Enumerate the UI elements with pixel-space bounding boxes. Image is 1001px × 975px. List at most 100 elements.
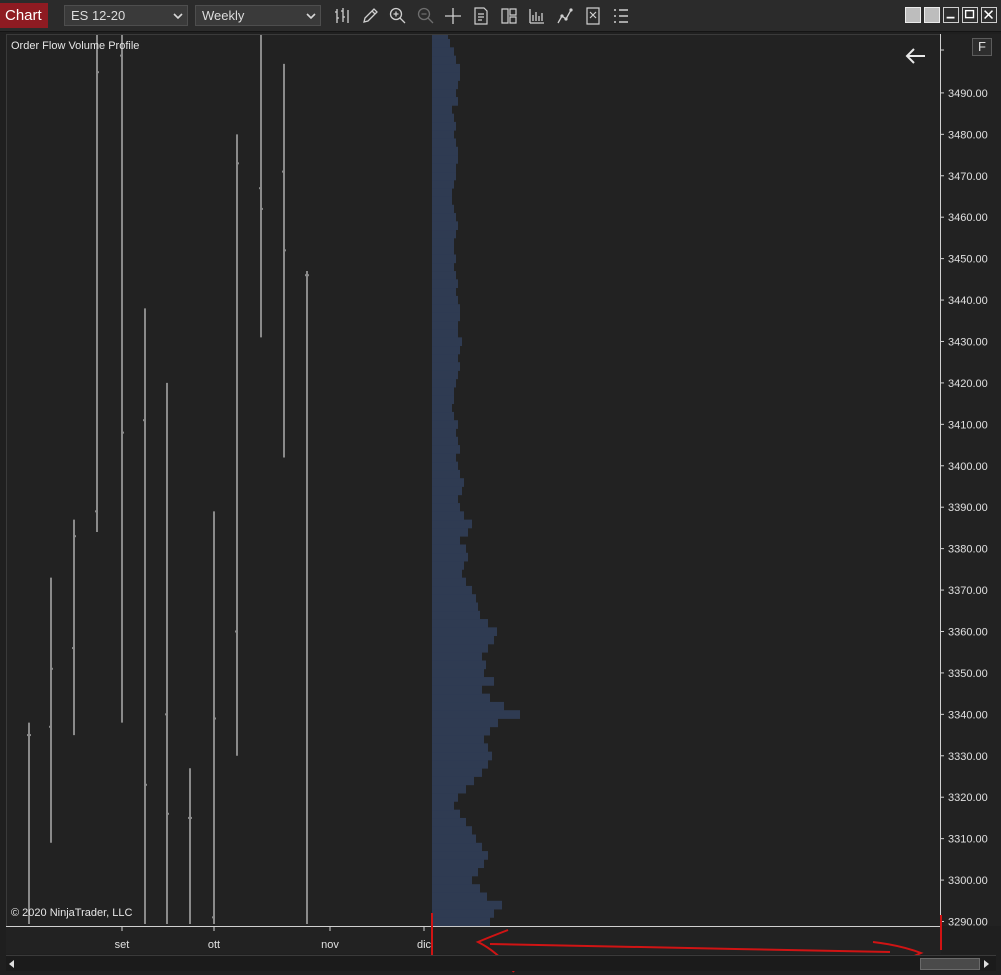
volume-profile-row [432, 643, 488, 653]
price-tick-label: 3330.00 [948, 751, 988, 763]
ohlc-bar [305, 271, 309, 924]
price-axis-ticks: 3290.00 3300.00 3310.00 3320.00 3330.00 3340.… [940, 49, 988, 929]
volume-profile-row [432, 544, 466, 554]
volume-profile-row [432, 569, 462, 579]
volume-profile-row [432, 478, 464, 487]
scroll-right-icon[interactable] [980, 958, 992, 970]
volume-profile-row [432, 146, 458, 156]
ohlc-bar [120, 35, 124, 723]
volume-profile-row [432, 619, 488, 628]
volume-profile-row [432, 461, 458, 471]
volume-profile-row [432, 577, 466, 587]
volume-profile-row [432, 237, 454, 247]
volume-profile-row [432, 88, 456, 98]
price-tick-label: 3450.00 [948, 254, 988, 266]
volume-profile-row [432, 635, 494, 645]
time-tick-label: set [115, 939, 130, 951]
chart-canvas: 3290.00 3300.00 3310.00 3320.00 3330.00 3340.… [27, 35, 988, 973]
volume-profile-row [432, 320, 458, 330]
volume-profile-row [432, 213, 456, 222]
volume-profile-row [432, 536, 460, 545]
volume-profile-row [432, 121, 456, 131]
volume-profile-row [432, 254, 456, 264]
volume-profile-row [432, 378, 456, 388]
volume-profile-row [432, 196, 452, 206]
price-tick-label: 3430.00 [948, 336, 988, 348]
volume-profile-row [432, 304, 460, 313]
annotation-arrow-shaft [489, 943, 891, 953]
price-tick-label: 3490.00 [948, 88, 988, 100]
time-tick-label: ott [208, 939, 220, 951]
volume-profile-row [432, 892, 487, 902]
volume-profile-row [432, 80, 458, 90]
volume-profile-row [432, 875, 472, 885]
volume-profile-row [432, 35, 448, 40]
volume-profile-row [432, 511, 464, 521]
ohlc-bar [212, 511, 216, 924]
volume-profile-row [432, 204, 454, 214]
volume-profile-row [432, 561, 464, 570]
volume-profile-row [432, 494, 458, 504]
ohlc-bar [235, 134, 239, 756]
indicator-label: Order Flow Volume Profile [11, 40, 140, 52]
ohlc-bar [95, 35, 99, 533]
f-button[interactable]: F [972, 38, 992, 56]
volume-profile-row [432, 685, 482, 695]
volume-profile-row [432, 759, 488, 769]
volume-profile-row [432, 469, 460, 479]
volume-profile-row [432, 345, 460, 355]
horizontal-scrollbar[interactable] [6, 955, 996, 971]
price-tick-label: 3440.00 [948, 295, 988, 307]
volume-profile-row [432, 710, 520, 719]
volume-profile-row [432, 370, 458, 380]
volume-profile-row [432, 163, 456, 173]
volume-profile-row [432, 503, 460, 512]
volume-profile-row [432, 428, 456, 438]
price-tick-label: 3420.00 [948, 378, 988, 390]
ohlc-bar [188, 768, 192, 924]
time-tick-label: nov [321, 939, 339, 951]
volume-profile-row [432, 527, 468, 537]
volume-profile-row [432, 701, 504, 711]
back-arrow-icon[interactable] [903, 45, 929, 67]
volume-profile-row [432, 867, 478, 877]
volume-profile-row [432, 329, 458, 338]
price-tick-label: 3400.00 [948, 461, 988, 473]
volume-profile-row [432, 155, 458, 164]
volume-profile-row [432, 793, 458, 802]
price-tick-label: 3310.00 [948, 834, 988, 846]
price-tick-label: 3290.00 [948, 917, 988, 929]
volume-profile-row [432, 735, 484, 744]
volume-profile-row [432, 917, 490, 927]
volume-profile-row [432, 751, 492, 761]
volume-profile-row [432, 817, 466, 827]
scroll-thumb[interactable] [920, 958, 980, 970]
volume-profile-row [432, 353, 458, 363]
volume-profile-row [432, 130, 454, 139]
price-tick-label: 3480.00 [948, 129, 988, 141]
price-tick-label: 3370.00 [948, 585, 988, 597]
volume-profile-row [432, 486, 462, 496]
volume-profile-row [432, 362, 460, 371]
volume-profile-row [432, 295, 458, 305]
volume-profile-row [432, 859, 484, 869]
ohlc-bar [282, 63, 286, 458]
volume-profile-row [432, 668, 484, 678]
volume-profile-row [432, 834, 476, 844]
scroll-left-icon[interactable] [6, 958, 18, 970]
volume-profile-row [432, 585, 472, 595]
price-tick-label: 3350.00 [948, 668, 988, 680]
volume-profile-row [432, 677, 494, 686]
volume-profile-row [432, 55, 456, 65]
price-tick-label: 3390.00 [948, 502, 988, 514]
volume-profile-row [432, 420, 458, 429]
ohlc-bar [259, 35, 263, 338]
price-tick-label: 3300.00 [948, 875, 988, 887]
volume-profile-row [432, 138, 456, 148]
time-tick-label: dic [417, 939, 432, 951]
volume-profile-row [432, 287, 456, 297]
volume-profile-row [432, 312, 460, 322]
volume-profile-row [432, 411, 454, 421]
price-tick-label: 3320.00 [948, 792, 988, 804]
volume-profile-row [432, 552, 468, 562]
